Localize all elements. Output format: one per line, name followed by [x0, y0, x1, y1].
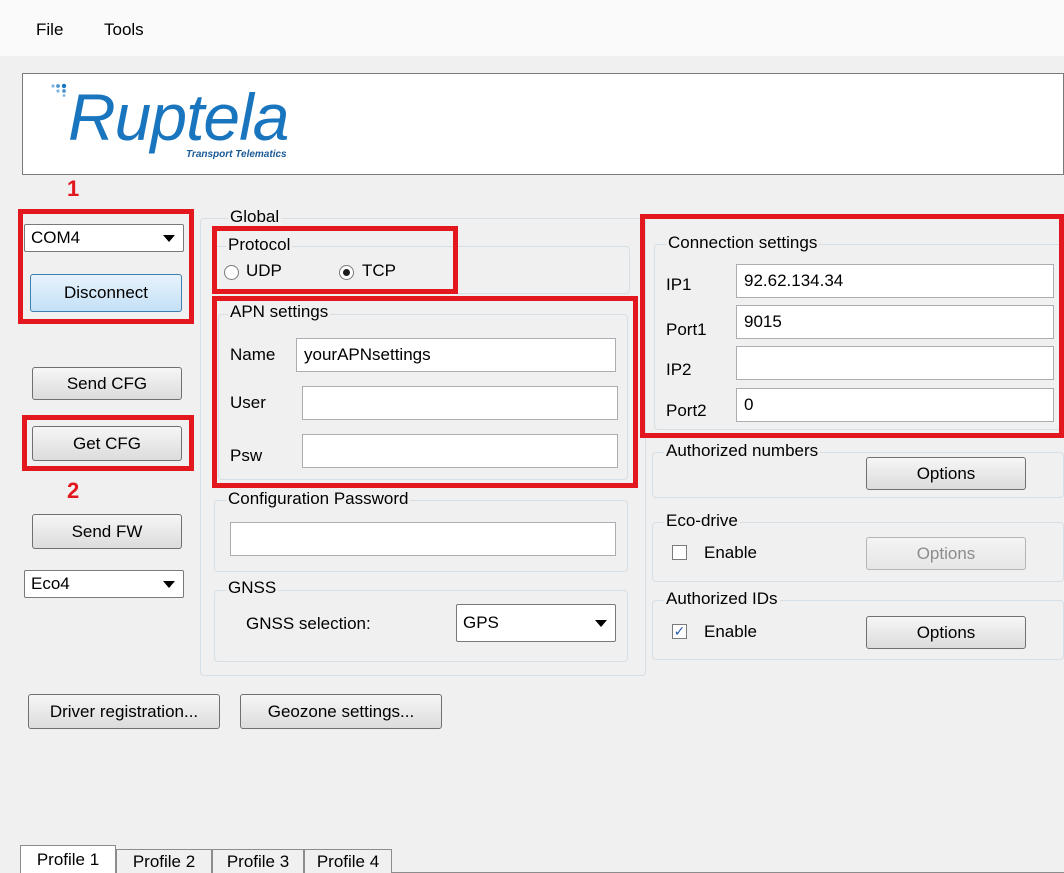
device-value: Eco4	[31, 574, 70, 593]
tab-profile-4[interactable]: Profile 4	[304, 849, 392, 873]
eco-drive-enable-checkbox[interactable]	[672, 545, 687, 560]
gnss-select[interactable]: GPS	[456, 604, 616, 642]
menu-file[interactable]: File	[36, 20, 63, 40]
authorized-ids-enable-checkbox[interactable]: ✓	[672, 624, 687, 639]
tab-profile-1[interactable]: Profile 1	[20, 845, 116, 873]
driver-registration-button[interactable]: Driver registration...	[28, 694, 220, 729]
send-fw-button[interactable]: Send FW	[32, 514, 182, 549]
geozone-settings-button[interactable]: Geozone settings...	[240, 694, 442, 729]
highlight-box-2	[22, 415, 194, 471]
gnss-value: GPS	[463, 613, 499, 632]
eco-drive-options-button[interactable]: Options	[866, 537, 1026, 570]
authorized-ids-options-button[interactable]: Options	[866, 616, 1026, 649]
highlight-box-protocol	[212, 226, 458, 294]
highlight-box-apn	[212, 296, 638, 488]
logo-tagline: Transport Telematics	[186, 149, 287, 160]
gnss-selection-label: GNSS selection:	[246, 614, 371, 633]
eco-drive-enable-label: Enable	[704, 543, 757, 562]
authorized-ids-title: Authorized IDs	[664, 589, 780, 609]
tab-profile-3[interactable]: Profile 3	[212, 849, 304, 873]
authorized-numbers-title: Authorized numbers	[664, 441, 821, 461]
menu-tools[interactable]: Tools	[104, 20, 144, 40]
device-select[interactable]: Eco4	[24, 570, 184, 598]
gnss-title: GNSS	[226, 578, 279, 598]
authorized-numbers-options-button[interactable]: Options	[866, 457, 1026, 490]
send-cfg-button[interactable]: Send CFG	[32, 367, 182, 400]
tab-profile-2[interactable]: Profile 2	[116, 849, 212, 873]
config-password-input[interactable]	[230, 522, 616, 556]
eco-drive-title: Eco-drive	[664, 511, 740, 531]
logo-dots-icon	[51, 83, 67, 97]
highlight-box-connection	[640, 214, 1064, 438]
menu-bar	[0, 0, 1064, 57]
authorized-ids-enable-label: Enable	[704, 622, 757, 641]
chevron-down-icon	[595, 620, 607, 627]
annotation-2: 2	[67, 478, 80, 503]
checkmark-icon: ✓	[673, 623, 686, 639]
config-password-title: Configuration Password	[226, 489, 411, 509]
logo-wordmark: Ruptela	[68, 80, 289, 154]
chevron-down-icon	[163, 581, 175, 588]
annotation-1: 1	[67, 176, 80, 201]
highlight-box-1	[18, 209, 194, 324]
global-group-title: Global	[228, 207, 282, 227]
